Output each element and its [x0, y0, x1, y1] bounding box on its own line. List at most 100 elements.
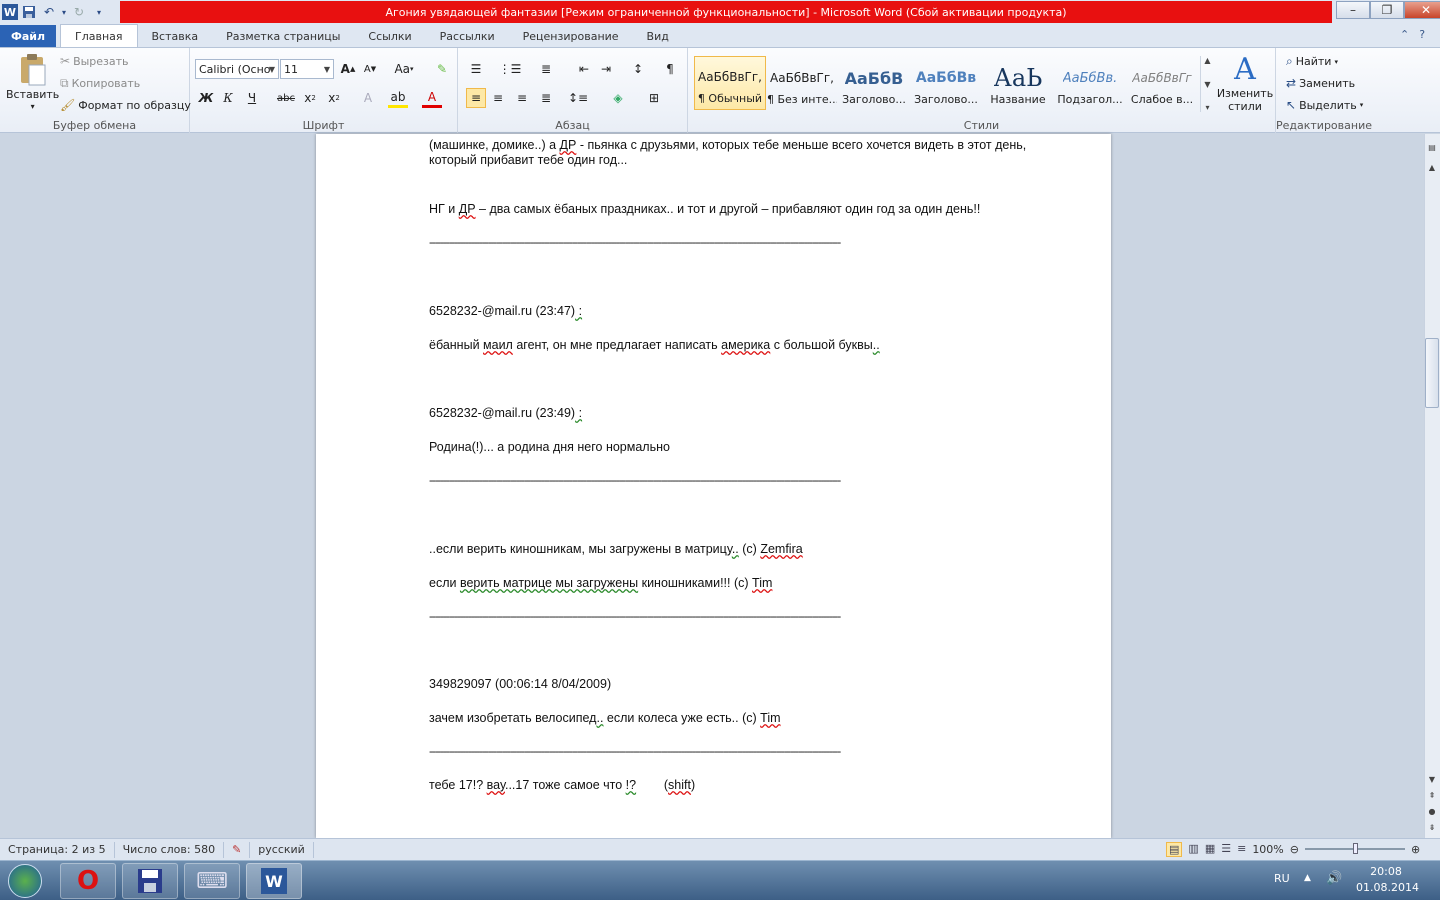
tab-mailings[interactable]: Рассылки: [426, 25, 509, 47]
decrease-indent-icon[interactable]: ⇤: [574, 59, 594, 79]
redo-icon[interactable]: ↻: [70, 3, 88, 21]
tab-insert[interactable]: Вставка: [138, 25, 213, 47]
tab-home[interactable]: Главная: [60, 24, 138, 47]
word-app-icon[interactable]: W: [2, 4, 18, 20]
paste-button[interactable]: Вставить ▾: [6, 53, 59, 111]
superscript-button[interactable]: x2: [324, 88, 344, 108]
scrollbar-thumb[interactable]: [1425, 338, 1439, 408]
word-taskbar-button[interactable]: W: [246, 863, 302, 899]
font-size-combo[interactable]: 11 ▼: [280, 59, 334, 79]
cut-button[interactable]: ✂ Вырезать: [60, 54, 129, 68]
change-case-button[interactable]: Aa ▾: [390, 59, 418, 79]
copy-button[interactable]: ⧉ Копировать: [60, 76, 140, 91]
customize-toolbar-icon[interactable]: ▾: [90, 3, 108, 21]
font-name-combo[interactable]: Calibri (Осно ▼: [195, 59, 279, 79]
language-indicator[interactable]: русский: [250, 841, 314, 858]
style-normal[interactable]: АаБбВвГг, ¶ Обычный: [694, 56, 766, 110]
chevron-up-icon[interactable]: ▲: [1204, 56, 1210, 65]
change-styles-button[interactable]: A Изменить стили: [1217, 52, 1273, 113]
shrink-font-button[interactable]: A ▼: [360, 59, 380, 79]
document-page[interactable]: (машинке, домике..) а ДР - пьянка с друз…: [316, 134, 1111, 838]
bullets-icon[interactable]: ☰: [466, 59, 486, 79]
line-spacing-icon[interactable]: ↕≡: [568, 88, 588, 108]
style-title[interactable]: АаЬ Название: [982, 56, 1054, 110]
zoom-level[interactable]: 100%: [1252, 843, 1283, 856]
scroll-up-icon[interactable]: ▲: [1424, 160, 1440, 174]
zoom-out-icon[interactable]: ⊖: [1290, 843, 1299, 856]
italic-button[interactable]: К: [218, 88, 238, 108]
style-heading-1[interactable]: АаБбВ Заголово...: [838, 56, 910, 110]
save-icon[interactable]: [20, 3, 38, 21]
word-count[interactable]: Число слов: 580: [115, 841, 225, 858]
grow-font-button[interactable]: A ▲: [338, 59, 358, 79]
sort-icon[interactable]: ↕: [628, 59, 648, 79]
browse-object-icon[interactable]: ●: [1424, 804, 1440, 818]
tab-references[interactable]: Ссылки: [354, 25, 425, 47]
minimize-button[interactable]: –: [1336, 1, 1370, 19]
vertical-scrollbar[interactable]: [1424, 134, 1440, 838]
numbering-icon[interactable]: ⋮☰: [499, 59, 522, 79]
previous-page-icon[interactable]: ⇞: [1424, 788, 1440, 802]
tab-review[interactable]: Рецензирование: [509, 25, 633, 47]
text-effects-button[interactable]: A: [358, 88, 378, 108]
style-heading-2[interactable]: АаБбВв Заголово...: [910, 56, 982, 110]
undo-icon[interactable]: ↶: [40, 3, 58, 21]
align-center-icon[interactable]: ≡: [488, 88, 508, 108]
zoom-in-icon[interactable]: ⊕: [1411, 843, 1420, 856]
highlight-color-button[interactable]: ab: [388, 88, 408, 108]
next-page-icon[interactable]: ⇟: [1424, 820, 1440, 834]
strikethrough-button[interactable]: abc: [276, 88, 296, 108]
keyboard-taskbar-button[interactable]: ⌨: [184, 863, 240, 899]
proofing-icon[interactable]: ✎: [224, 841, 251, 858]
minimize-ribbon-icon[interactable]: ⌃: [1400, 28, 1409, 41]
page-count[interactable]: Страница: 2 из 5: [0, 841, 115, 858]
dropdown-icon[interactable]: ▾: [60, 3, 68, 21]
outline-icon[interactable]: ☰: [1221, 842, 1231, 857]
tray-expand-icon[interactable]: ▲: [1304, 873, 1311, 883]
zoom-slider[interactable]: [1304, 843, 1405, 854]
opera-taskbar-button[interactable]: O: [60, 863, 116, 899]
scroll-down-icon[interactable]: ▼: [1424, 772, 1440, 786]
maximize-button[interactable]: ❐: [1370, 1, 1404, 19]
clear-formatting-icon[interactable]: ✎: [432, 59, 452, 79]
reading-layout-icon[interactable]: ▥: [1188, 842, 1198, 857]
style-name: Заголово...: [842, 93, 906, 106]
help-icon[interactable]: ?: [1419, 28, 1425, 41]
justify-icon[interactable]: ≣: [536, 88, 556, 108]
style-subtle-emphasis[interactable]: АаБбВвГг Слабое в...: [1126, 56, 1198, 110]
more-icon[interactable]: ▾: [1205, 103, 1209, 112]
draft-icon[interactable]: ≡: [1237, 842, 1246, 857]
tab-view[interactable]: Вид: [633, 25, 683, 47]
show-formatting-icon[interactable]: ¶: [660, 59, 680, 79]
print-layout-icon[interactable]: ▤: [1166, 841, 1183, 857]
save-taskbar-button[interactable]: [122, 863, 178, 899]
zoom-slider-thumb[interactable]: [1352, 843, 1358, 854]
font-color-button[interactable]: A: [422, 88, 442, 108]
replace-button[interactable]: ⇄ Заменить: [1286, 76, 1355, 90]
select-button[interactable]: ↖ Выделить ▾: [1286, 98, 1363, 112]
increase-indent-icon[interactable]: ⇥: [596, 59, 616, 79]
clock[interactable]: 20:08 01.08.2014: [1356, 864, 1419, 896]
bold-button[interactable]: Ж: [196, 88, 216, 108]
keyboard-layout[interactable]: RU: [1274, 872, 1290, 885]
align-left-icon[interactable]: ≡: [466, 88, 486, 108]
style-subtitle[interactable]: АаБбВв. Подзагол...: [1054, 56, 1126, 110]
align-right-icon[interactable]: ≡: [512, 88, 532, 108]
style-no-spacing[interactable]: АаБбВвГг, ¶ Без инте...: [766, 56, 838, 110]
shading-icon[interactable]: ◈: [608, 88, 628, 108]
subscript-button[interactable]: x2: [300, 88, 320, 108]
underline-button[interactable]: Ч: [242, 88, 262, 108]
close-button[interactable]: ✕: [1404, 1, 1440, 19]
format-painter-button[interactable]: 🖌 Формат по образцу: [60, 98, 191, 112]
chevron-down-icon[interactable]: ▼: [1204, 80, 1210, 89]
styles-gallery-scroll[interactable]: ▲ ▼ ▾: [1200, 56, 1214, 112]
multilevel-list-icon[interactable]: ≣: [536, 59, 556, 79]
borders-icon[interactable]: ⊞: [644, 88, 664, 108]
start-button[interactable]: [8, 864, 42, 898]
tab-page-layout[interactable]: Разметка страницы: [212, 25, 354, 47]
web-layout-icon[interactable]: ▦: [1205, 842, 1215, 857]
find-button[interactable]: ⌕ Найти ▾: [1286, 54, 1338, 69]
tab-file[interactable]: Файл: [0, 25, 56, 47]
volume-icon[interactable]: 🔊: [1326, 871, 1342, 886]
ruler-toggle-icon[interactable]: ▤: [1424, 140, 1440, 154]
